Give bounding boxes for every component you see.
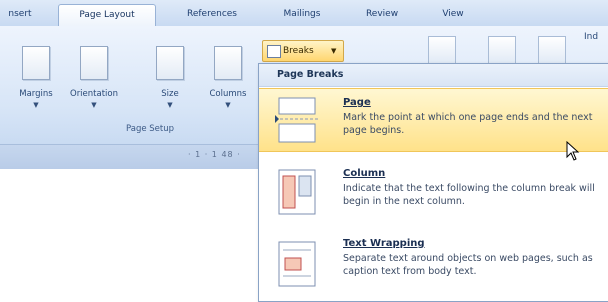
- size-icon: [156, 46, 184, 80]
- menu-item-text-wrapping-break[interactable]: Text Wrapping Separate text around objec…: [259, 230, 608, 300]
- page-breaks-heading: Page Breaks: [277, 69, 344, 80]
- tab-references[interactable]: References: [170, 4, 254, 25]
- tab-mailings[interactable]: Mailings: [272, 4, 332, 25]
- tab-review[interactable]: Review: [352, 4, 412, 25]
- tab-view[interactable]: View: [428, 4, 478, 25]
- mouse-pointer-icon: [566, 140, 580, 165]
- text-wrapping-break-icon: [273, 240, 321, 288]
- page-break-icon: [273, 96, 321, 144]
- margins-button[interactable]: Margins ▼: [10, 46, 62, 126]
- ruler-bar: · 1 · 1 48 ·: [0, 144, 258, 169]
- margins-label: Margins: [19, 89, 53, 99]
- text-wrapping-break-title: Text Wrapping: [343, 238, 425, 249]
- columns-button[interactable]: Columns ▼: [202, 46, 254, 126]
- column-break-description: Indicate that the text following the col…: [343, 183, 595, 207]
- page-color-button[interactable]: [488, 36, 516, 64]
- breaks-label: Breaks: [283, 46, 314, 56]
- columns-label: Columns: [209, 89, 247, 99]
- dropdown-arrow-icon: ▼: [91, 101, 97, 109]
- margins-icon: [22, 46, 50, 80]
- breaks-dropdown-menu: Page Breaks Page Mark the point at which…: [258, 63, 608, 302]
- page-break-title: Page: [343, 97, 371, 108]
- tab-page-layout[interactable]: Page Layout: [58, 4, 156, 26]
- page-setup-group-label: Page Setup: [126, 124, 175, 134]
- page-break-description: Mark the point at which one page ends an…: [343, 112, 593, 136]
- breaks-icon: [267, 45, 281, 58]
- orientation-label: Orientation: [70, 89, 118, 99]
- size-button[interactable]: Size ▼: [144, 46, 196, 126]
- ribbon-tab-bar: nsert Page Layout References Mailings Re…: [0, 0, 608, 27]
- size-label: Size: [161, 89, 179, 99]
- orientation-icon: [80, 46, 108, 80]
- menu-section-header: Page Breaks: [259, 64, 608, 87]
- columns-icon: [214, 46, 242, 80]
- dropdown-arrow-icon: ▼: [167, 101, 173, 109]
- column-break-icon: [273, 168, 321, 216]
- page-borders-button[interactable]: [538, 36, 566, 64]
- tab-insert[interactable]: nsert: [0, 4, 40, 25]
- dropdown-arrow-icon: ▼: [33, 101, 39, 109]
- menu-item-column-break[interactable]: Column Indicate that the text following …: [259, 158, 608, 226]
- indent-label: Ind: [584, 32, 599, 42]
- chevron-down-icon: ▼: [331, 47, 337, 55]
- breaks-button[interactable]: Breaks ▼: [262, 40, 344, 62]
- text-wrapping-break-description: Separate text around objects on web page…: [343, 253, 593, 277]
- orientation-button[interactable]: Orientation ▼: [68, 46, 120, 126]
- dropdown-arrow-icon: ▼: [225, 101, 231, 109]
- menu-item-page-break[interactable]: Page Mark the point at which one page en…: [259, 88, 608, 152]
- watermark-button[interactable]: [428, 36, 456, 64]
- column-break-title: Column: [343, 168, 386, 179]
- ruler-text: · 1 · 1 48 ·: [188, 150, 241, 159]
